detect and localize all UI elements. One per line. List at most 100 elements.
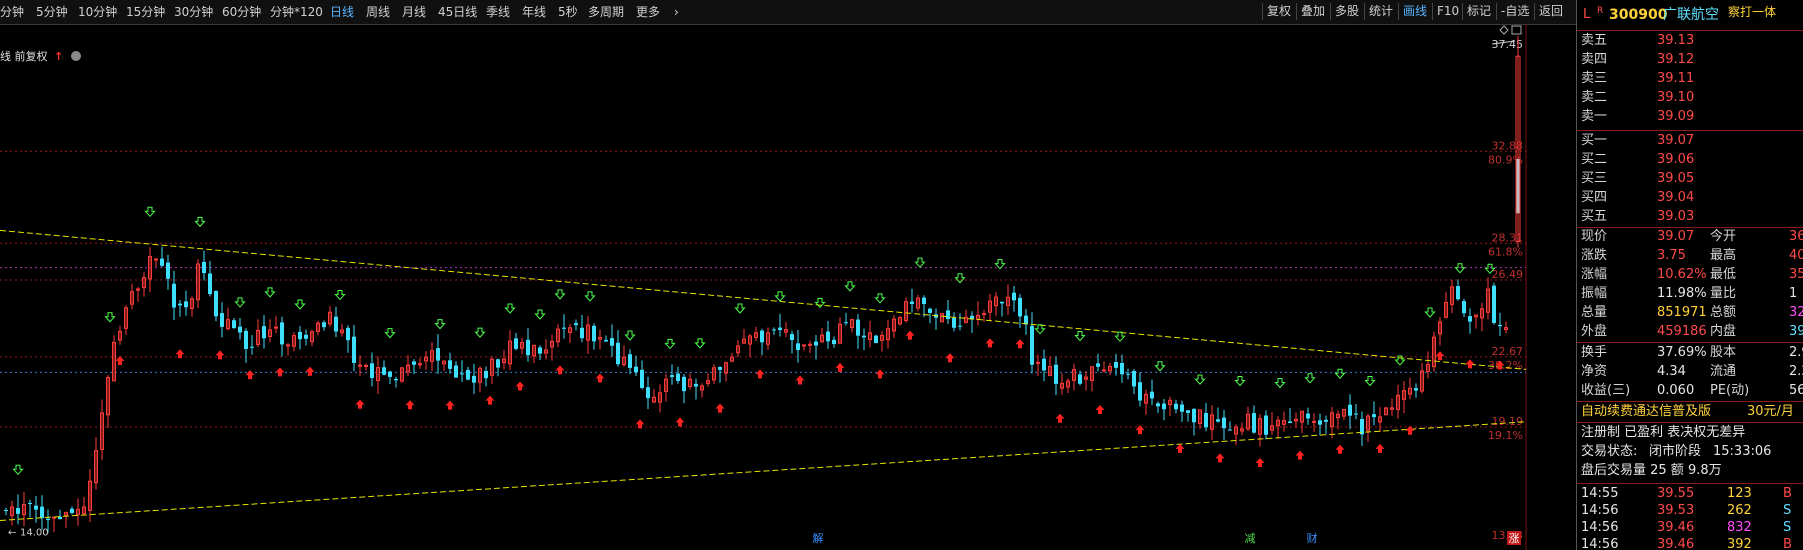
stock-name[interactable]: 广联航空 [1663, 4, 1719, 26]
bid-label: 买三 [1581, 171, 1608, 186]
dropdown-circle-icon[interactable] [70, 51, 81, 61]
stat-label: 振幅 [1581, 286, 1608, 301]
sell-signal-icon [334, 290, 346, 301]
toolbar-button[interactable]: F10 [1432, 3, 1463, 20]
sell-signal-icon [1034, 324, 1046, 335]
candle-body [1264, 415, 1268, 435]
fundamental-value: 2.2 [1789, 364, 1803, 379]
candle-body [832, 339, 836, 345]
toolbar-button[interactable]: 复权 [1262, 3, 1295, 20]
period-tab[interactable]: 日线 [330, 4, 354, 20]
promo-link[interactable]: 自动续费通达信普及版 [1581, 403, 1711, 421]
candle-body [1414, 388, 1418, 391]
candle-body [388, 371, 392, 377]
candle-body [628, 354, 632, 368]
candle-body [28, 502, 32, 504]
sell-signal-icon [914, 257, 926, 268]
price-label: 38.2% [1488, 359, 1523, 372]
sell-signal-icon [1154, 361, 1166, 372]
bid-price: 39.03 [1657, 209, 1695, 224]
ask-row: 卖五 39.13 [1577, 32, 1803, 50]
buy-signal-icon [355, 399, 365, 409]
trade-status-time: 15:33:06 [1713, 444, 1772, 459]
candle-body [160, 258, 164, 266]
candle-body [1222, 417, 1226, 429]
concept-tag[interactable]: 察打一体 [1728, 1, 1776, 23]
candle-body [778, 327, 782, 331]
buy-signal-icon [945, 353, 955, 363]
period-tab[interactable]: 多周期 [588, 4, 624, 20]
candle-body [982, 313, 986, 316]
candle-body [286, 344, 290, 347]
bid-row: 买四 39.04 [1577, 189, 1803, 207]
stat-row: 涨跌 3.75 最高 40 [1577, 247, 1803, 265]
candle-body [1492, 285, 1496, 323]
buy-signal-icon [1435, 351, 1445, 361]
bid-label: 买五 [1581, 209, 1608, 224]
candle-body [790, 334, 794, 341]
period-tab[interactable]: 季线 [486, 4, 510, 20]
toolbar-button[interactable]: 叠加 [1296, 3, 1329, 20]
period-tab[interactable]: 5分钟 [36, 4, 68, 20]
stat-label: 最高 [1710, 248, 1737, 263]
candle-body [466, 369, 470, 380]
period-tab[interactable]: 15分钟 [126, 4, 165, 20]
toolbar-button[interactable]: 画线 [1398, 3, 1431, 20]
candle-body [946, 310, 950, 319]
stat-value: 851971 [1657, 305, 1707, 320]
period-tab[interactable]: 分钟*120 [270, 4, 323, 20]
candle-body [460, 373, 464, 375]
period-tab[interactable]: 60分钟 [222, 4, 261, 20]
candle-body [1354, 413, 1358, 415]
candle-body [274, 326, 278, 329]
bid-price: 39.04 [1657, 190, 1695, 205]
period-tab[interactable]: 5秒 [558, 4, 578, 20]
candle-body [1042, 358, 1046, 371]
toolbar-button[interactable]: 返回 [1534, 3, 1567, 20]
period-tab[interactable]: 分钟 [0, 4, 24, 20]
period-tab[interactable]: 年线 [522, 4, 546, 20]
kline-chart[interactable]: 37.4532.8880.9%28.3161.8%26.4922.6738.2%… [0, 24, 1576, 550]
buy-signal-icon [405, 400, 415, 410]
fundamental-row: 收益(三) 0.060 PE(动) 56 [1577, 382, 1803, 400]
toolbar-button[interactable]: -自选 [1496, 3, 1533, 20]
candle-body [280, 322, 284, 345]
candle-body [364, 365, 368, 368]
sell-signal-icon [774, 291, 786, 302]
candle-body [214, 290, 218, 317]
period-tab[interactable]: 更多 [636, 4, 660, 20]
candle-body [394, 378, 398, 381]
toolbar-button[interactable]: 多股 [1330, 3, 1363, 20]
stat-row: 外盘 459186内盘 392 [1577, 323, 1803, 341]
fundamental-label: 换手 [1581, 345, 1608, 360]
candle-body [1012, 292, 1016, 301]
candle-body [514, 338, 518, 349]
candle-body [298, 331, 302, 340]
tick-price: 39.46 [1657, 537, 1695, 550]
candle-body [472, 375, 476, 383]
candle-body [1324, 419, 1328, 422]
promo-price[interactable]: 30元/月 [1747, 403, 1794, 421]
l-button[interactable]: L [1583, 4, 1590, 26]
candle-body [760, 330, 764, 343]
kline-chart-area[interactable]: 37.45 32.88 80.9% 28.31 61.8% 26.49 22.67 38.2%… [0, 24, 1576, 550]
candle-body [322, 322, 326, 328]
candle-body [670, 375, 674, 377]
period-tab[interactable]: 45日线 [438, 4, 477, 20]
toolbar-button[interactable]: 标记 [1462, 3, 1495, 20]
toolbar-button[interactable]: 统计 [1364, 3, 1397, 20]
period-tab[interactable]: 月线 [402, 4, 426, 20]
period-tab[interactable]: 10分钟 [78, 4, 117, 20]
candle-body [1186, 410, 1190, 413]
candle-body [250, 346, 254, 348]
tick-row: 14:56 39.46 832 S [1577, 519, 1803, 537]
chevron-right-icon[interactable]: › [674, 4, 679, 20]
stat-value: 32. [1789, 305, 1803, 320]
candle-body [1078, 374, 1082, 384]
chart-sub-header: 线 前复权 ↑ [0, 48, 81, 66]
period-tab[interactable]: 30分钟 [174, 4, 213, 20]
candle-body [928, 308, 932, 313]
period-tab[interactable]: 周线 [366, 4, 390, 20]
candle-body [1000, 301, 1004, 304]
after-hours-row: 盘后交易量 25 额 9.8万 [1577, 462, 1803, 480]
